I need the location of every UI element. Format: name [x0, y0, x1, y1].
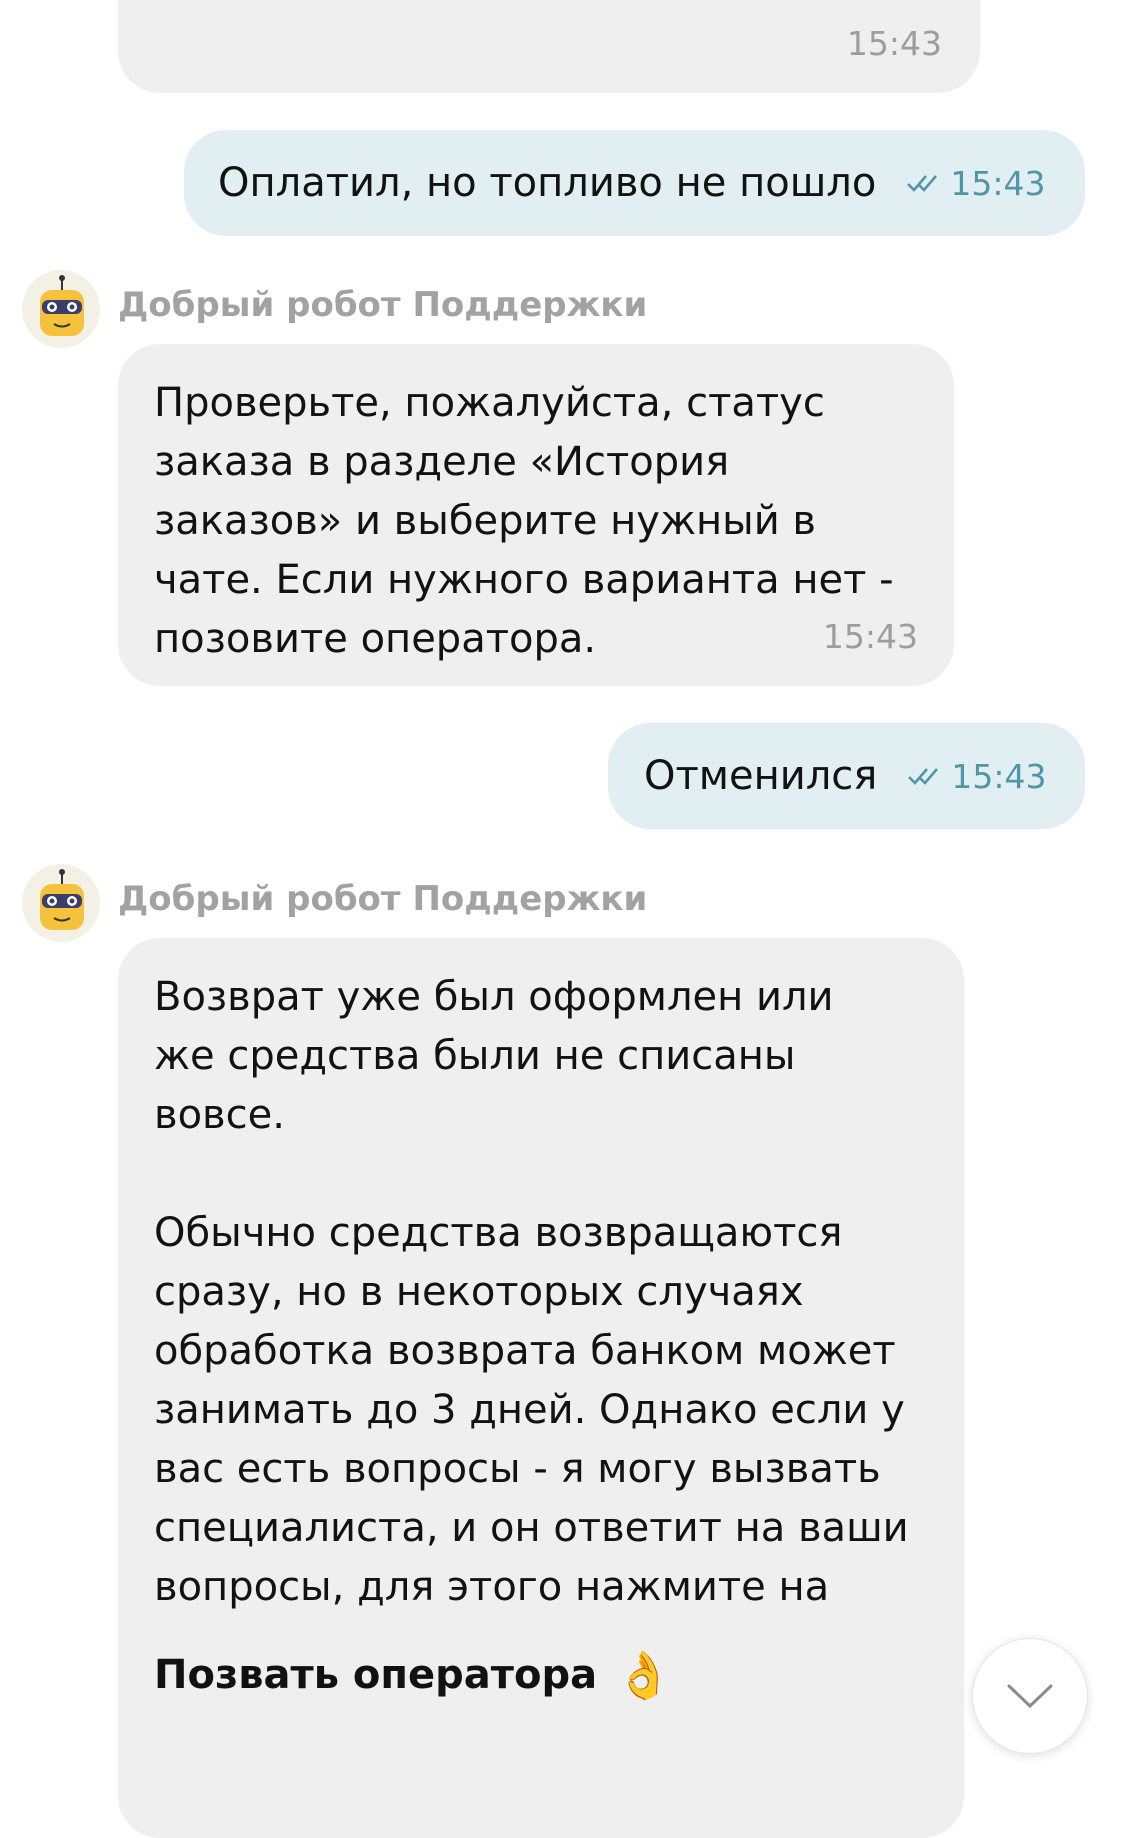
message-meta: 15:43	[906, 164, 1045, 203]
sender-name: Добрый робот Поддержки	[118, 285, 648, 325]
message-bubble-incoming: Возврат уже был оформлен или же средства…	[118, 938, 964, 1838]
message-meta: 15:43	[907, 757, 1046, 796]
call-operator-link[interactable]: Позвать оператора 👌	[154, 1635, 964, 1715]
message-time: 15:43	[951, 756, 1047, 796]
ok-hand-emoji: 👌	[615, 1647, 673, 1702]
message-bubble-outgoing: Отменился 15:43	[608, 723, 1085, 829]
message-time: 15:43	[950, 163, 1046, 203]
double-check-icon	[907, 175, 938, 192]
message-text: Возврат уже был оформлен или же средства…	[154, 974, 834, 1138]
chevron-down-icon	[1007, 1684, 1053, 1709]
double-check-icon	[908, 768, 939, 785]
message-text: Отменился	[644, 752, 878, 799]
sender-name: Добрый робот Поддержки	[118, 879, 648, 919]
scroll-down-button[interactable]	[972, 1638, 1088, 1754]
message-text: Обычно средства возвращаются сразу, но в…	[154, 1210, 909, 1610]
message-bubble-incoming: Проверьте, пожалуйста, статус заказа в р…	[118, 344, 954, 686]
robot-avatar-icon[interactable]	[22, 864, 100, 942]
message-time: 15:43	[822, 617, 918, 656]
message-time: 15:43	[846, 24, 942, 63]
message-bubble-outgoing: Оплатил, но топливо не пошло 15:43	[184, 130, 1085, 236]
robot-avatar-icon[interactable]	[22, 270, 100, 348]
call-operator-label: Позвать оператора	[154, 1652, 598, 1698]
message-text: Оплатил, но топливо не пошло	[218, 159, 877, 206]
message-bubble-incoming: 15:43	[118, 0, 980, 93]
